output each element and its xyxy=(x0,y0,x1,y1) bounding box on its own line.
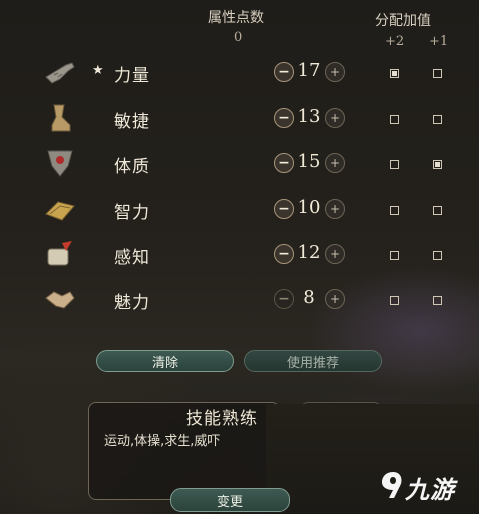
increase-button[interactable]: + xyxy=(325,244,345,264)
attribute-name: 体质 xyxy=(114,157,150,177)
handshake-icon xyxy=(44,284,76,314)
plus2-column-label: +2 xyxy=(385,34,405,49)
plus2-checkbox[interactable] xyxy=(390,115,399,124)
plus2-checkbox[interactable] xyxy=(390,206,399,215)
skill-proficiency-list: 运动,体操,求生,威吓 xyxy=(104,434,221,449)
attribute-points-label: 属性点数 xyxy=(208,10,264,26)
attribute-name: 智力 xyxy=(114,203,150,223)
plus1-checkbox[interactable] xyxy=(433,69,442,78)
attribute-name: 敏捷 xyxy=(114,112,150,132)
decrease-button[interactable]: − xyxy=(274,153,294,173)
plus1-checkbox[interactable] xyxy=(433,160,442,169)
quill-scroll-icon xyxy=(44,239,76,269)
decrease-button[interactable]: − xyxy=(274,108,294,128)
book-icon xyxy=(44,194,76,224)
plus2-checkbox[interactable] xyxy=(390,69,399,78)
attribute-name: 魅力 xyxy=(114,293,150,313)
plus2-checkbox[interactable] xyxy=(390,296,399,305)
heart-shield-icon xyxy=(44,148,76,178)
plus1-checkbox[interactable] xyxy=(433,296,442,305)
attribute-value: 17 xyxy=(297,60,321,81)
gauntlet-icon xyxy=(44,57,76,87)
decrease-button[interactable]: − xyxy=(274,289,294,309)
increase-button[interactable]: + xyxy=(325,62,345,82)
increase-button[interactable]: + xyxy=(325,289,345,309)
attribute-value: 15 xyxy=(297,151,321,172)
increase-button[interactable]: + xyxy=(325,153,345,173)
increase-button[interactable]: + xyxy=(325,199,345,219)
decrease-button[interactable]: − xyxy=(274,244,294,264)
skill-proficiency-title: 技能熟练 xyxy=(186,409,258,429)
allocate-bonus-label: 分配加值 xyxy=(375,13,431,29)
plus1-checkbox[interactable] xyxy=(433,115,442,124)
attribute-name: 力量 xyxy=(114,66,150,86)
plus2-checkbox[interactable] xyxy=(390,251,399,260)
plus2-checkbox[interactable] xyxy=(390,160,399,169)
use-recommended-button[interactable]: 使用推荐 xyxy=(244,350,382,372)
primary-ability-star-icon: ★ xyxy=(92,63,104,78)
change-button[interactable]: 变更 xyxy=(170,488,290,512)
attribute-value: 10 xyxy=(297,197,321,218)
attribute-name: 感知 xyxy=(114,248,150,268)
increase-button[interactable]: + xyxy=(325,108,345,128)
plus1-checkbox[interactable] xyxy=(433,206,442,215)
decrease-button[interactable]: − xyxy=(274,199,294,219)
watermark-logo-icon xyxy=(382,472,402,498)
decrease-button[interactable]: − xyxy=(274,62,294,82)
attribute-points-value: 0 xyxy=(234,30,243,45)
attribute-value: 12 xyxy=(297,242,321,263)
plus1-column-label: +1 xyxy=(429,34,449,49)
boot-icon xyxy=(44,103,76,133)
watermark-text: 九游 xyxy=(405,476,455,504)
plus1-checkbox[interactable] xyxy=(433,251,442,260)
attribute-value: 8 xyxy=(303,287,315,308)
attribute-value: 13 xyxy=(297,106,321,127)
clear-button[interactable]: 清除 xyxy=(96,350,234,372)
